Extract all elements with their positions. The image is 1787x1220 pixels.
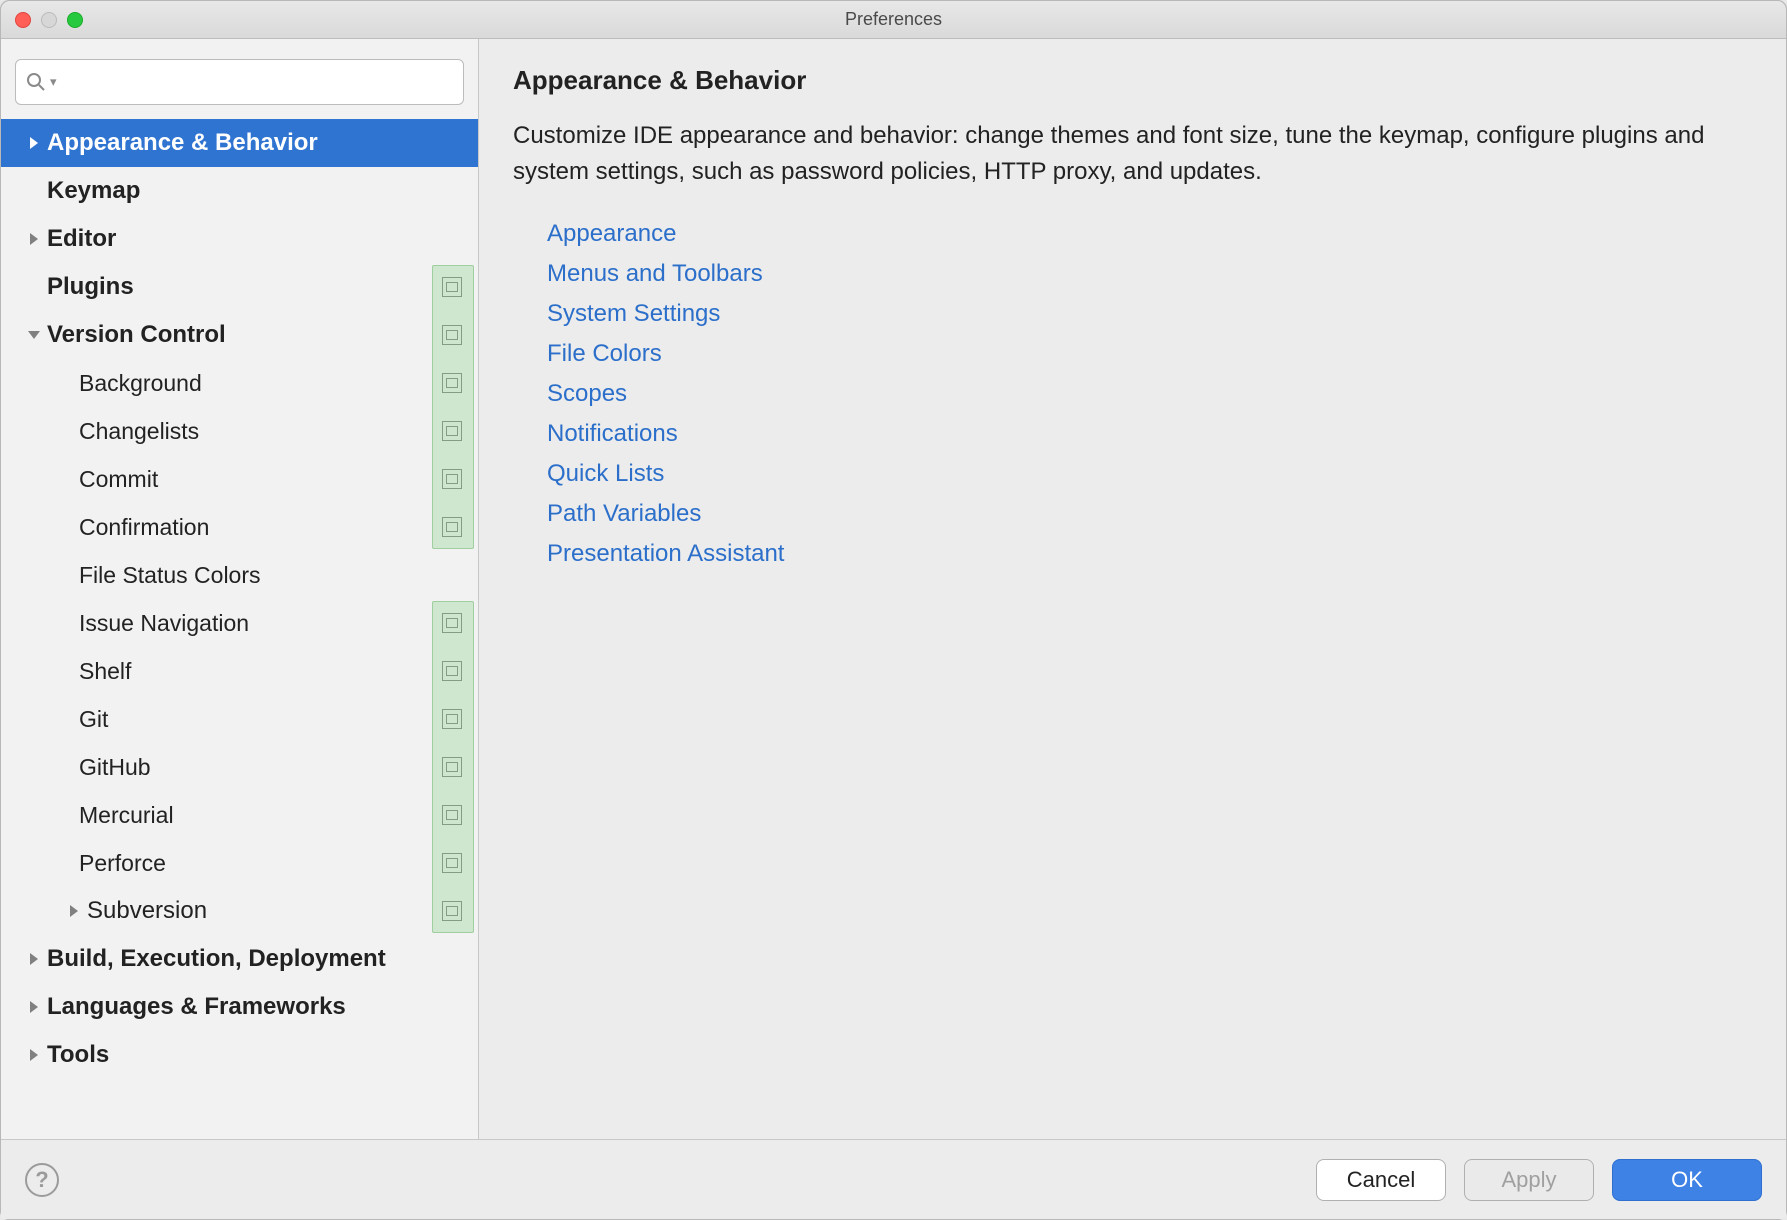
- sidebar-item[interactable]: Plugins: [1, 263, 478, 311]
- sidebar-item[interactable]: Editor: [1, 215, 478, 263]
- subpage-link[interactable]: Menus and Toolbars: [547, 254, 1752, 294]
- sidebar-item[interactable]: Confirmation: [1, 503, 478, 551]
- sidebar-item-label: Confirmation: [79, 514, 442, 541]
- footer: ? Cancel Apply OK: [1, 1139, 1786, 1219]
- project-scope-icon: [442, 805, 462, 825]
- sidebar-item-label: Build, Execution, Deployment: [47, 945, 470, 973]
- sidebar-item[interactable]: Keymap: [1, 167, 478, 215]
- page-description: Customize IDE appearance and behavior: c…: [513, 118, 1713, 190]
- subpage-link[interactable]: Appearance: [547, 214, 1752, 254]
- project-scope-icon: [442, 757, 462, 777]
- project-scope-icon: [442, 373, 462, 393]
- project-scope-icon: [442, 421, 462, 441]
- ok-button[interactable]: OK: [1612, 1159, 1762, 1201]
- sidebar-item-label: Subversion: [87, 897, 442, 925]
- sidebar-item-label: Keymap: [47, 177, 470, 205]
- page-title: Appearance & Behavior: [513, 65, 1752, 96]
- chevron-down-icon: [21, 329, 47, 341]
- main-panel: Appearance & Behavior Customize IDE appe…: [479, 39, 1786, 1139]
- sidebar-item-label: Tools: [47, 1041, 470, 1069]
- sidebar-item[interactable]: Version Control: [1, 311, 478, 359]
- sidebar-item[interactable]: Tools: [1, 1031, 478, 1079]
- subpage-link[interactable]: Scopes: [547, 374, 1752, 414]
- sidebar-item-label: GitHub: [79, 754, 442, 781]
- sidebar-item-label: Plugins: [47, 273, 442, 301]
- subpage-link[interactable]: File Colors: [547, 334, 1752, 374]
- titlebar: Preferences: [1, 1, 1786, 39]
- project-scope-icon: [442, 901, 462, 921]
- subpage-links: AppearanceMenus and ToolbarsSystem Setti…: [547, 214, 1752, 574]
- project-scope-icon: [442, 325, 462, 345]
- project-scope-icon: [442, 709, 462, 729]
- sidebar-item[interactable]: Languages & Frameworks: [1, 983, 478, 1031]
- sidebar-item[interactable]: Background: [1, 359, 478, 407]
- project-scope-icon: [442, 277, 462, 297]
- search-box[interactable]: ▾: [15, 59, 464, 105]
- sidebar-item[interactable]: Subversion: [1, 887, 478, 935]
- settings-tree: Appearance & Behavior Keymap Editor Plugins…: [1, 119, 478, 1079]
- chevron-right-icon: [21, 1048, 47, 1062]
- sidebar-item-label: Background: [79, 370, 442, 397]
- sidebar-item[interactable]: Changelists: [1, 407, 478, 455]
- chevron-right-icon: [21, 1000, 47, 1014]
- sidebar-item-label: Mercurial: [79, 802, 442, 829]
- search-input[interactable]: [63, 70, 453, 95]
- subpage-link[interactable]: System Settings: [547, 294, 1752, 334]
- body: ▾ Appearance & Behavior Keymap Editor Plugi…: [1, 39, 1786, 1139]
- sidebar-item-label: Perforce: [79, 850, 442, 877]
- sidebar-item-label: Issue Navigation: [79, 610, 442, 637]
- sidebar-item-label: Shelf: [79, 658, 442, 685]
- chevron-right-icon: [61, 904, 87, 918]
- cancel-button[interactable]: Cancel: [1316, 1159, 1446, 1201]
- sidebar-item-label: Changelists: [79, 418, 442, 445]
- project-scope-icon: [442, 853, 462, 873]
- sidebar-item-label: Commit: [79, 466, 442, 493]
- sidebar-item[interactable]: Git: [1, 695, 478, 743]
- sidebar-item-label: Git: [79, 706, 442, 733]
- sidebar-item-label: Languages & Frameworks: [47, 993, 470, 1021]
- sidebar-item[interactable]: File Status Colors: [1, 551, 478, 599]
- sidebar-item[interactable]: Mercurial: [1, 791, 478, 839]
- search-dropdown-icon[interactable]: ▾: [50, 74, 57, 90]
- sidebar-item-label: Editor: [47, 225, 470, 253]
- sidebar-item-label: Appearance & Behavior: [47, 129, 470, 157]
- project-scope-icon: [442, 613, 462, 633]
- sidebar-item[interactable]: Build, Execution, Deployment: [1, 935, 478, 983]
- subpage-link[interactable]: Quick Lists: [547, 454, 1752, 494]
- chevron-right-icon: [21, 232, 47, 246]
- project-scope-icon: [442, 517, 462, 537]
- apply-button[interactable]: Apply: [1464, 1159, 1594, 1201]
- sidebar-item-label: File Status Colors: [79, 562, 470, 589]
- subpage-link[interactable]: Path Variables: [547, 494, 1752, 534]
- preferences-window: Preferences ▾ Appearance & Behavior Keyma…: [0, 0, 1787, 1220]
- search-icon: [26, 72, 46, 92]
- window-title: Preferences: [1, 9, 1786, 30]
- sidebar-item[interactable]: Issue Navigation: [1, 599, 478, 647]
- sidebar: ▾ Appearance & Behavior Keymap Editor Plugi…: [1, 39, 479, 1139]
- sidebar-item[interactable]: Commit: [1, 455, 478, 503]
- project-scope-icon: [442, 661, 462, 681]
- sidebar-item[interactable]: GitHub: [1, 743, 478, 791]
- project-scope-icon: [442, 469, 462, 489]
- subpage-link[interactable]: Notifications: [547, 414, 1752, 454]
- sidebar-item[interactable]: Shelf: [1, 647, 478, 695]
- sidebar-item[interactable]: Perforce: [1, 839, 478, 887]
- subpage-link[interactable]: Presentation Assistant: [547, 534, 1752, 574]
- sidebar-item-label: Version Control: [47, 321, 442, 349]
- help-icon[interactable]: ?: [25, 1163, 59, 1197]
- sidebar-item[interactable]: Appearance & Behavior: [1, 119, 478, 167]
- chevron-right-icon: [21, 952, 47, 966]
- chevron-right-icon: [21, 136, 47, 150]
